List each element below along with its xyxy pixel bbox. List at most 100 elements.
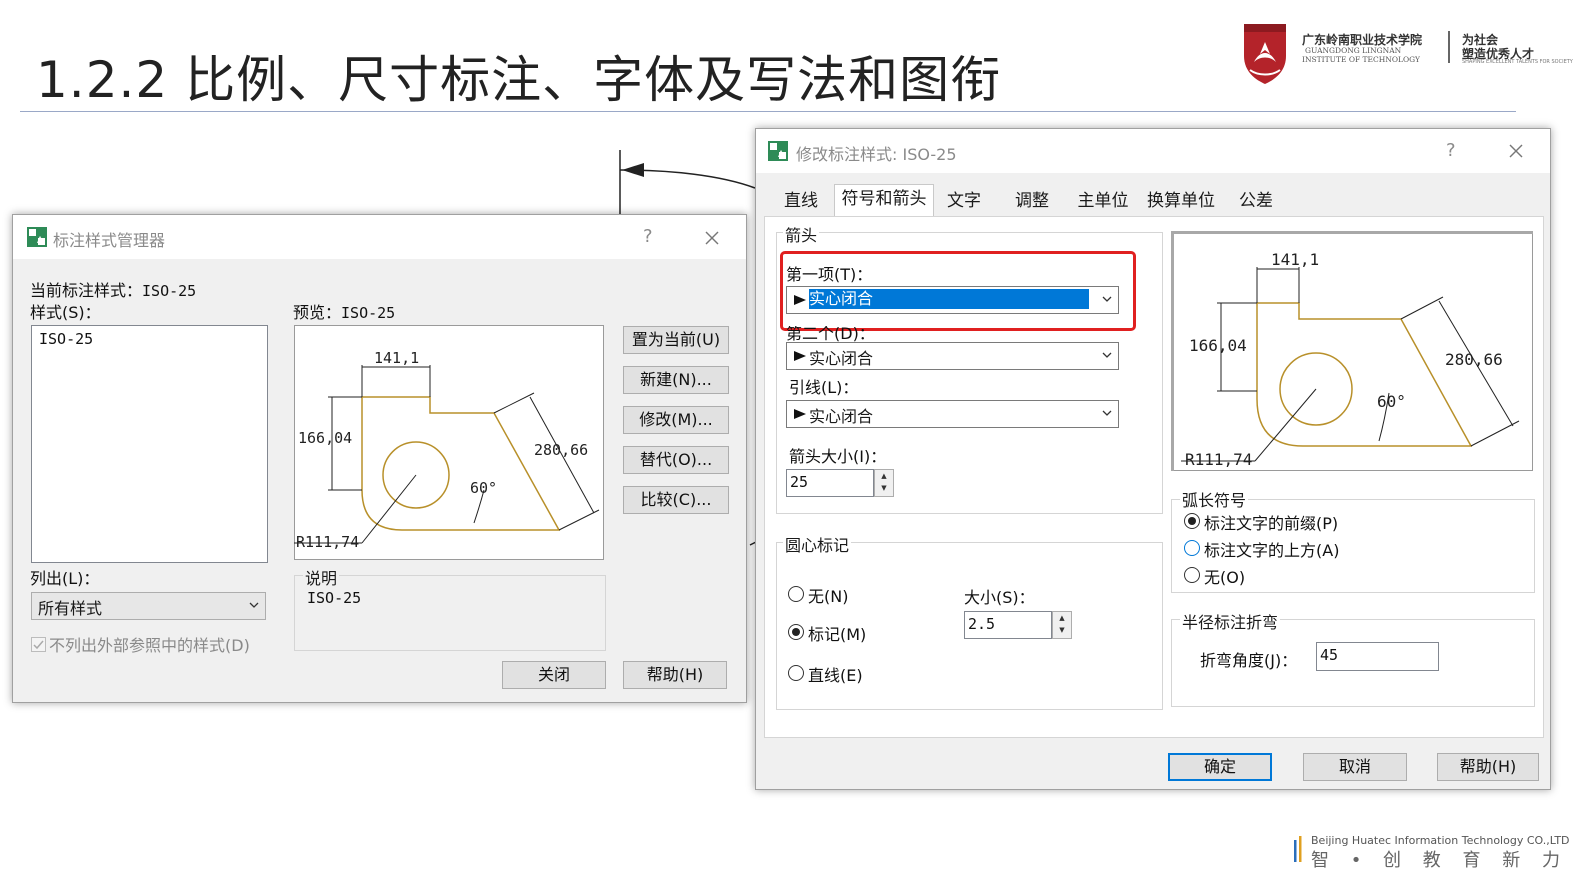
- set-current-button[interactable]: 置为当前(U): [623, 326, 729, 354]
- college-name-en-1: GUANGDONG LINGNAN: [1305, 46, 1402, 55]
- dim-radius-text: R111,74: [1185, 450, 1252, 469]
- arrow-size-input[interactable]: 25: [786, 469, 874, 497]
- spin-down-icon[interactable]: ▼: [875, 482, 893, 494]
- second-arrow-value: 实心闭合: [809, 349, 874, 368]
- tab-fit[interactable]: 调整: [1002, 187, 1062, 215]
- arrow-size-spinner[interactable]: ▲ ▼: [874, 469, 894, 497]
- spin-up-icon[interactable]: ▲: [1053, 612, 1071, 624]
- description-value: ISO-25: [307, 589, 362, 607]
- company-logo-icon: [1294, 836, 1302, 862]
- arc-prefix-label[interactable]: 标注文字的前缀(P): [1204, 510, 1338, 534]
- modify-title: 修改标注样式: ISO-25: [796, 145, 957, 164]
- style-preview-canvas: 141,1 166,04 280,66 60° R111,74: [294, 325, 604, 560]
- center-none-label[interactable]: 无(N): [808, 583, 848, 607]
- modify-preview-canvas: 141,1 166,04 280,66 60° R111,74: [1171, 231, 1533, 471]
- close-icon[interactable]: [705, 231, 719, 245]
- chevron-down-icon: [249, 602, 259, 608]
- xref-checkbox-row[interactable]: 不列出外部参照中的样式(D): [31, 632, 250, 656]
- compare-style-button[interactable]: 比较(C)...: [623, 486, 729, 514]
- logo-divider: [1448, 31, 1450, 63]
- arc-above-radio[interactable]: [1184, 540, 1200, 556]
- dim-right-text: 280,66: [1445, 350, 1503, 369]
- checkmark-icon: [33, 640, 44, 650]
- styles-label: 样式(S)：: [30, 303, 101, 322]
- dimension-style-manager-dialog: A 标注样式管理器 ? 当前标注样式：ISO-25 样式(S)： ISO-25 …: [12, 214, 747, 703]
- leader-arrow-label: 引线(L)：: [789, 378, 859, 397]
- dim-left-text: 166,04: [298, 429, 352, 447]
- preview-label: 预览：: [293, 303, 342, 322]
- tab-alternate-units[interactable]: 换算单位: [1140, 187, 1222, 215]
- modify-dimension-style-dialog: A 修改标注样式: ISO-25 ? 直线 符号和箭头 文字 调整 主单位 换算…: [755, 128, 1551, 790]
- slide-title: 1.2.2 比例、尺寸标注、字体及写法和图衔: [36, 51, 1002, 109]
- current-style-value: ISO-25: [142, 282, 197, 300]
- arc-none-radio[interactable]: [1184, 567, 1200, 583]
- jog-angle-value: 45: [1320, 646, 1339, 664]
- dim-right-text: 280,66: [534, 441, 588, 459]
- xref-checkbox[interactable]: [31, 637, 46, 652]
- help-icon[interactable]: ?: [1446, 140, 1456, 161]
- dim-top-text: 141,1: [1271, 250, 1319, 269]
- college-logo-icon: [1244, 24, 1286, 84]
- description-label: 说明: [303, 565, 340, 589]
- new-style-button[interactable]: 新建(N)...: [623, 366, 729, 394]
- close-icon[interactable]: [1509, 144, 1523, 158]
- tab-lines[interactable]: 直线: [770, 187, 832, 215]
- preview-value: ISO-25: [341, 304, 396, 322]
- center-marks-group-title: 圆心标记: [783, 532, 852, 556]
- modify-style-button[interactable]: 修改(M)...: [623, 406, 729, 434]
- tab-text[interactable]: 文字: [934, 187, 994, 215]
- college-name-en-2: INSTITUTE OF TECHNOLOGY: [1302, 55, 1420, 64]
- help-button[interactable]: 帮助(H): [623, 661, 727, 689]
- footer-slogan: 智 • 创 教 育 新 力 量: [1311, 850, 1573, 871]
- jog-angle-label: 折弯角度(J)：: [1200, 651, 1298, 670]
- second-arrow-select[interactable]: 实心闭合: [786, 342, 1119, 370]
- center-size-spinner[interactable]: ▲ ▼: [1052, 611, 1072, 639]
- dim-angle-text: 60°: [1377, 392, 1406, 411]
- closed-filled-arrow-icon: [794, 409, 806, 419]
- description-group: [294, 575, 606, 651]
- chevron-down-icon: [1102, 410, 1112, 416]
- arc-prefix-radio[interactable]: [1184, 513, 1200, 529]
- center-mark-radio[interactable]: [788, 624, 804, 640]
- cancel-button[interactable]: 取消: [1303, 753, 1407, 781]
- ok-button[interactable]: 确定: [1168, 753, 1272, 781]
- list-filter-label: 列出(L)：: [30, 569, 100, 588]
- center-mark-label[interactable]: 标记(M): [808, 621, 866, 645]
- center-line-radio[interactable]: [788, 665, 804, 681]
- college-motto-small: SHAPING EXCELLENT TALENTS FOR SOCIETY: [1462, 59, 1573, 65]
- help-icon[interactable]: ?: [643, 226, 653, 247]
- tab-primary-units[interactable]: 主单位: [1070, 187, 1136, 215]
- closed-filled-arrow-icon: [794, 351, 806, 361]
- tab-symbols-arrows[interactable]: 符号和箭头: [834, 184, 934, 217]
- leader-arrow-select[interactable]: 实心闭合: [786, 400, 1119, 428]
- manager-title: 标注样式管理器: [53, 231, 166, 250]
- arc-none-label[interactable]: 无(O): [1204, 564, 1245, 588]
- spin-down-icon[interactable]: ▼: [1053, 624, 1071, 636]
- title-divider: [20, 111, 1516, 112]
- arrow-size-label: 箭头大小(I)：: [789, 447, 887, 466]
- current-style-label: 当前标注样式：: [30, 281, 143, 300]
- tab-tolerances[interactable]: 公差: [1226, 187, 1286, 215]
- autocad-app-icon: A: [768, 141, 788, 161]
- arrowheads-group-title: 箭头: [783, 222, 820, 246]
- center-size-value: 2.5: [968, 615, 996, 633]
- jog-angle-input[interactable]: 45: [1316, 642, 1439, 671]
- list-filter-value: 所有样式: [38, 599, 103, 618]
- arc-above-label[interactable]: 标注文字的上方(A): [1204, 537, 1339, 561]
- leader-arrow-value: 实心闭合: [809, 407, 874, 426]
- close-button[interactable]: 关闭: [502, 661, 606, 689]
- styles-list[interactable]: ISO-25: [31, 325, 268, 563]
- center-none-radio[interactable]: [788, 586, 804, 602]
- help-button[interactable]: 帮助(H): [1437, 753, 1539, 781]
- arrow-size-value: 25: [790, 473, 809, 491]
- center-size-label: 大小(S)：: [964, 588, 1035, 607]
- autocad-app-icon: A: [27, 227, 47, 247]
- center-line-label[interactable]: 直线(E): [808, 662, 863, 686]
- list-filter-select[interactable]: 所有样式: [31, 592, 266, 620]
- center-size-input[interactable]: 2.5: [964, 611, 1052, 639]
- override-style-button[interactable]: 替代(O)...: [623, 446, 729, 474]
- spin-up-icon[interactable]: ▲: [875, 470, 893, 482]
- arc-length-group-title: 弧长符号: [1180, 487, 1249, 511]
- styles-list-item[interactable]: ISO-25: [39, 330, 93, 348]
- xref-checkbox-label: 不列出外部参照中的样式(D): [49, 636, 250, 655]
